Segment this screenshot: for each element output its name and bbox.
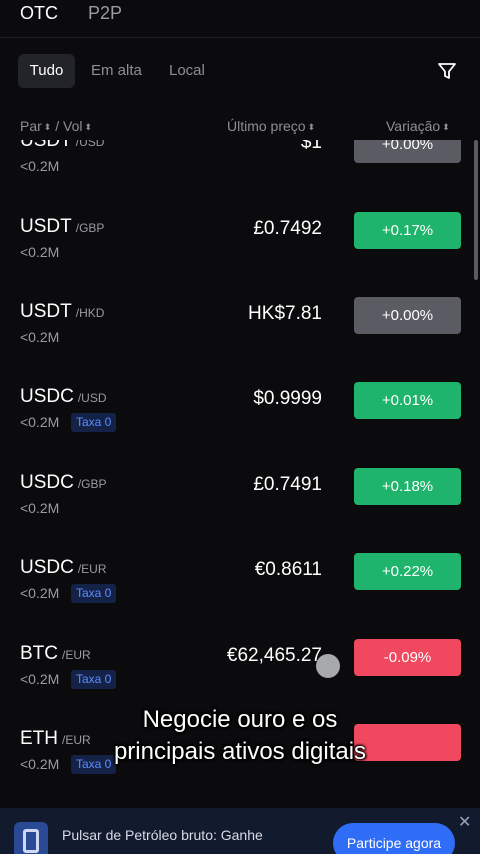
- column-header-price[interactable]: Último preço ⬍: [227, 118, 315, 134]
- market-row[interactable]: USDC/EUR <0.2M Taxa 0 €0.8611 +0.22%: [0, 553, 480, 642]
- change-badge: +0.00%: [354, 297, 461, 334]
- volume: <0.2M: [20, 585, 60, 601]
- sort-icon: ⬍: [84, 122, 93, 132]
- promo-banner[interactable]: Pulsar de Petróleo bruto: Ganhe Particip…: [0, 808, 480, 854]
- pair-symbol: USDT/USD: [20, 140, 105, 151]
- change-badge: -0.09%: [354, 639, 461, 676]
- list-scrollbar[interactable]: [474, 140, 478, 280]
- change-badge: +0.18%: [354, 468, 461, 505]
- market-row[interactable]: USDC/GBP <0.2M £0.7491 +0.18%: [0, 468, 480, 557]
- filter-local[interactable]: Local: [169, 54, 205, 88]
- touch-indicator: [316, 654, 340, 678]
- volume: <0.2M: [20, 158, 60, 174]
- zero-fee-badge: Taxa 0: [71, 670, 117, 689]
- sort-icon: ⬍: [307, 122, 316, 132]
- join-now-button[interactable]: Participe agora: [333, 823, 455, 854]
- tab-p2p[interactable]: P2P: [88, 3, 122, 24]
- market-row[interactable]: USDC/USD <0.2M Taxa 0 $0.9999 +0.01%: [0, 382, 480, 471]
- change-badge: +0.00%: [354, 140, 461, 163]
- column-header-change[interactable]: Variação ⬍: [386, 118, 450, 134]
- last-price: £0.7491: [253, 474, 322, 495]
- pair-symbol: BTC/EUR: [20, 643, 91, 664]
- zero-fee-badge: Taxa 0: [71, 584, 117, 603]
- volume: <0.2M: [20, 244, 60, 260]
- sort-icon: ⬍: [442, 122, 450, 132]
- pair-symbol: USDC/GBP: [20, 472, 107, 493]
- change-badge: +0.01%: [354, 382, 461, 419]
- filter-chips: Tudo Em alta Local: [0, 54, 480, 90]
- volume: <0.2M: [20, 671, 60, 687]
- volume: <0.2M: [20, 414, 60, 430]
- pair-symbol: USDT/HKD: [20, 301, 105, 322]
- zero-fee-badge: Taxa 0: [71, 413, 117, 432]
- oil-asset-logo-icon: [14, 822, 48, 854]
- last-price: €0.8611: [254, 559, 322, 580]
- filter-trending[interactable]: Em alta: [91, 54, 142, 88]
- column-change-label: Variação: [386, 118, 441, 134]
- video-caption-line-2: principais ativos digitais: [113, 738, 367, 765]
- last-price: HK$7.81: [248, 303, 322, 324]
- sort-icon: ⬍: [43, 122, 52, 132]
- last-price: £0.7492: [253, 218, 322, 239]
- market-row[interactable]: USDT/USD <0.2M $1 +0.00%: [0, 140, 480, 215]
- column-header-pair-vol[interactable]: Par ⬍ / Vol ⬍: [20, 118, 92, 134]
- column-pair-label: Par: [20, 118, 42, 134]
- filter-funnel-icon[interactable]: [436, 60, 458, 82]
- promo-text: Pulsar de Petróleo bruto: Ganhe: [62, 827, 263, 843]
- market-type-tabs: OTC P2P: [0, 0, 480, 38]
- last-price: €62,465.27: [226, 645, 322, 666]
- column-price-label: Último preço: [227, 118, 306, 134]
- close-icon[interactable]: ✕: [458, 812, 471, 832]
- change-badge: +0.22%: [354, 553, 461, 590]
- filter-all[interactable]: Tudo: [18, 54, 75, 88]
- tab-otc[interactable]: OTC: [20, 3, 58, 24]
- pair-symbol: USDC/EUR: [20, 557, 107, 578]
- volume: <0.2M: [20, 500, 60, 516]
- market-row[interactable]: USDT/GBP <0.2M £0.7492 +0.17%: [0, 212, 480, 301]
- video-caption-line-1: Negocie ouro e os: [142, 706, 338, 733]
- volume: <0.2M: [20, 329, 60, 345]
- last-price: $0.9999: [253, 388, 322, 409]
- last-price: $1: [300, 140, 322, 153]
- market-row[interactable]: USDT/HKD <0.2M HK$7.81 +0.00%: [0, 297, 480, 386]
- change-badge: +0.17%: [354, 212, 461, 249]
- pair-symbol: USDC/USD: [20, 386, 107, 407]
- column-vol-label: / Vol: [55, 118, 83, 134]
- pair-symbol: USDT/GBP: [20, 216, 105, 237]
